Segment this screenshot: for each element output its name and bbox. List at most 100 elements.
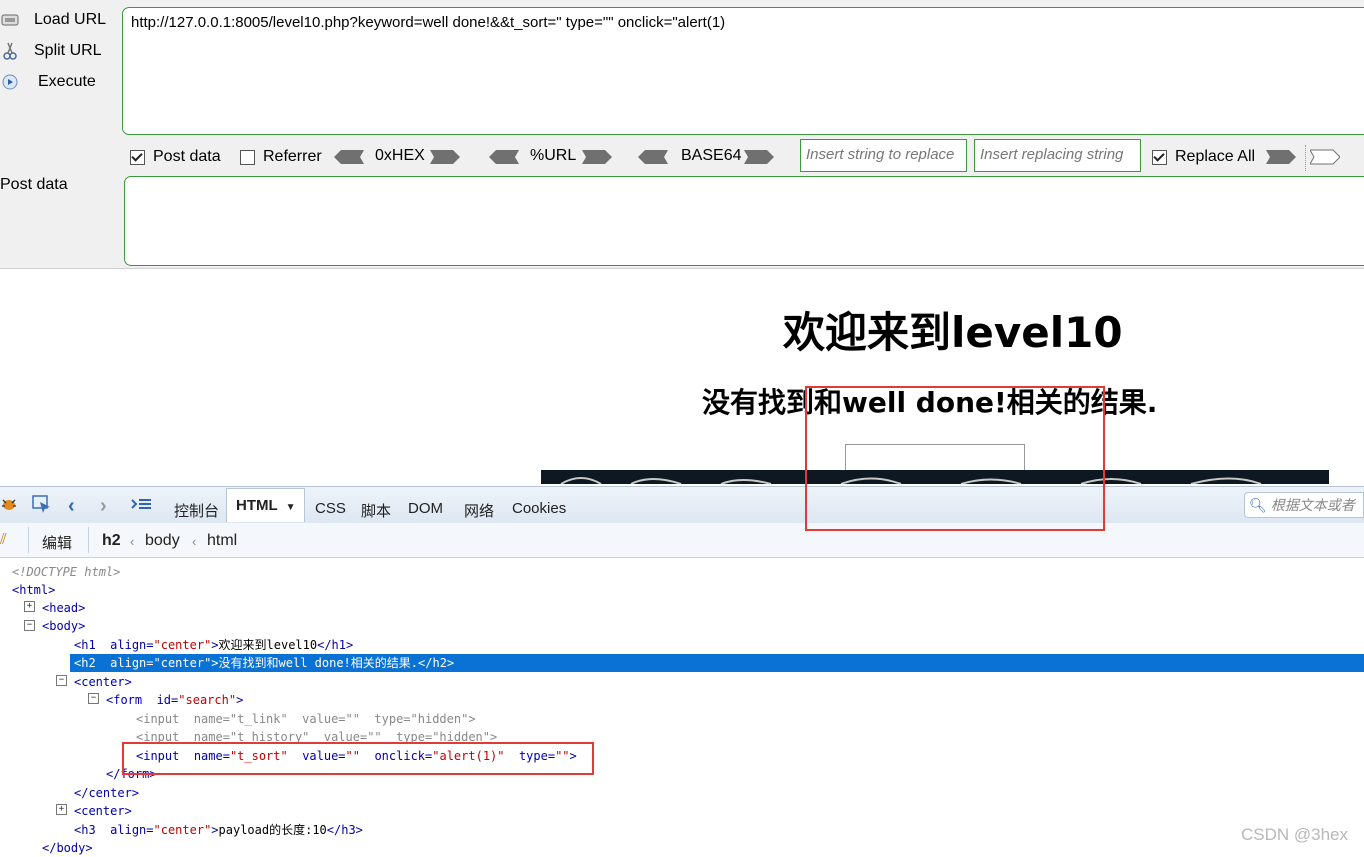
collapse-icon[interactable]: − bbox=[88, 693, 99, 704]
tree-h1-tag: <h1 bbox=[74, 638, 96, 652]
load-url-label: Load URL bbox=[34, 11, 107, 28]
url-decode-button[interactable] bbox=[489, 149, 519, 165]
replace-button[interactable] bbox=[1266, 149, 1296, 165]
url-textarea[interactable]: http://127.0.0.1:8005/level10.php?keywor… bbox=[122, 7, 1364, 135]
tree-h2-line-selected[interactable]: <h2 align="center">没有找到和well done!相关的结果.… bbox=[70, 654, 1364, 672]
options-row: Post data Referrer 0xHEX %URL BASE64 Ins… bbox=[0, 139, 1364, 173]
tab-console[interactable]: 控制台 bbox=[174, 500, 219, 521]
tree-h2-attr: align= bbox=[110, 656, 154, 670]
banner-image bbox=[541, 470, 1329, 484]
tree-input3-type-val: "" bbox=[555, 749, 570, 763]
page-subheading: 没有找到和well done!相关的结果. bbox=[702, 386, 1158, 419]
search-input[interactable] bbox=[845, 444, 1025, 471]
post-data-checkbox[interactable]: Post data bbox=[130, 148, 221, 166]
search-placeholder: 根据文本或者 bbox=[1270, 497, 1355, 513]
replacing-string-input[interactable]: Insert replacing string bbox=[974, 139, 1141, 172]
post-data-label: Post data bbox=[0, 176, 68, 193]
tree-form-line[interactable]: <form id="search"> bbox=[106, 691, 243, 709]
more-arrow-button[interactable] bbox=[1310, 149, 1340, 165]
tab-dom[interactable]: DOM bbox=[408, 500, 443, 517]
command-line-icon[interactable] bbox=[130, 497, 152, 518]
expand-icon[interactable]: + bbox=[24, 601, 35, 612]
watermark: CSDN @3hex bbox=[1240, 825, 1348, 844]
firebug-icon[interactable] bbox=[0, 496, 18, 517]
tree-html-open[interactable]: <html> bbox=[12, 581, 55, 599]
tab-html-label: HTML bbox=[236, 497, 278, 514]
tree-input3-type-attr: type= bbox=[518, 749, 556, 763]
split-url-button[interactable]: Split URL bbox=[0, 38, 102, 64]
dropdown-arrow-icon: ▼ bbox=[285, 502, 296, 513]
base64-decode-button[interactable] bbox=[638, 149, 668, 165]
tree-h1-line[interactable]: <h1 align="center">欢迎来到level10</h1> bbox=[74, 636, 353, 654]
hex-encode-button[interactable] bbox=[430, 149, 460, 165]
tree-center-close[interactable]: </center> bbox=[74, 784, 139, 802]
back-icon[interactable]: ‹ bbox=[68, 495, 75, 518]
search-icon: 🔍︎ bbox=[1249, 496, 1267, 513]
tree-form-tag: <form bbox=[106, 693, 143, 707]
breadcrumb-html[interactable]: html bbox=[207, 532, 237, 550]
tree-form-close[interactable]: </form> bbox=[106, 765, 157, 783]
insert-string-input[interactable]: Insert string to replace bbox=[800, 139, 967, 172]
tab-cookies[interactable]: Cookies bbox=[512, 500, 566, 517]
hackbar-panel: Load URL Split URL Execute http://127.0.… bbox=[0, 0, 1364, 268]
tree-body-close[interactable]: </body> bbox=[42, 839, 93, 857]
dom-tree: <!DOCTYPE html> <html> + <head> − <body>… bbox=[0, 558, 1364, 855]
base64-encode-button[interactable] bbox=[744, 149, 774, 165]
hex-label: 0xHEX bbox=[375, 147, 425, 164]
tree-input3-name-attr: name= bbox=[193, 749, 230, 763]
tree-input3-value-val: "" bbox=[345, 749, 360, 763]
load-url-icon bbox=[0, 10, 20, 30]
tree-form-val: "search" bbox=[178, 693, 237, 707]
tree-input-t-sort[interactable]: <input name="t_sort" value="" onclick="a… bbox=[136, 747, 577, 765]
tree-center-open[interactable]: <center> bbox=[74, 673, 132, 691]
tree-input3-value-attr: value= bbox=[302, 749, 346, 763]
tree-input-t-history[interactable]: <input name="t_history" value="" type="h… bbox=[136, 728, 497, 746]
tree-h3-tag: <h3 bbox=[74, 823, 96, 837]
tree-doctype: <!DOCTYPE html> bbox=[12, 565, 121, 579]
tree-input-t-link[interactable]: <input name="t_link" value="" type="hidd… bbox=[136, 710, 476, 728]
checkbox-checked-icon bbox=[1152, 149, 1167, 165]
tab-css[interactable]: CSS bbox=[315, 500, 346, 517]
tree-h1-text: 欢迎来到level10 bbox=[218, 638, 318, 652]
hex-decode-button[interactable] bbox=[334, 149, 364, 165]
scissors-icon bbox=[0, 41, 20, 61]
load-url-button[interactable]: Load URL bbox=[0, 7, 106, 33]
tree-input3-onclick-attr: onclick= bbox=[374, 749, 433, 763]
referrer-checkbox[interactable]: Referrer bbox=[240, 148, 322, 166]
breadcrumb-bar: ⫽ 编辑 h2 ‹ body ‹ html bbox=[0, 523, 1364, 558]
divider bbox=[88, 527, 89, 553]
url-encode-button[interactable] bbox=[582, 149, 612, 165]
collapse-icon[interactable]: − bbox=[24, 620, 35, 631]
break-icon[interactable]: ⫽ bbox=[0, 531, 7, 548]
rendered-page: 欢迎来到level10 没有找到和well done!相关的结果. bbox=[0, 268, 1364, 484]
tree-input3-tag: <input bbox=[136, 749, 180, 763]
inspect-icon[interactable] bbox=[32, 495, 52, 520]
checkbox-checked-icon bbox=[130, 149, 145, 165]
post-data-checkbox-label: Post data bbox=[153, 148, 221, 165]
execute-label: Execute bbox=[38, 73, 96, 90]
tree-h2-text: 没有找到和well done!相关的结果. bbox=[218, 656, 419, 670]
post-data-textarea[interactable] bbox=[124, 176, 1364, 266]
tab-network[interactable]: 网络 bbox=[464, 500, 494, 521]
tree-h3-attr: align= bbox=[110, 823, 154, 837]
forward-icon[interactable]: › bbox=[100, 495, 107, 518]
tree-input3-name-val: "t_sort" bbox=[229, 749, 288, 763]
breadcrumb-body[interactable]: body bbox=[145, 532, 180, 550]
tab-html[interactable]: HTML ▼ bbox=[226, 488, 306, 522]
collapse-icon[interactable]: − bbox=[56, 675, 67, 686]
expand-icon[interactable]: + bbox=[56, 804, 67, 815]
edit-button[interactable]: 编辑 bbox=[42, 532, 72, 553]
tree-body-open[interactable]: <body> bbox=[42, 617, 85, 635]
tree-head[interactable]: <head> bbox=[42, 599, 85, 617]
tree-center-2[interactable]: <center> bbox=[74, 802, 132, 820]
tree-h3-close: </h3> bbox=[326, 823, 363, 837]
tab-script[interactable]: 脚本 bbox=[361, 500, 391, 521]
replace-all-checkbox[interactable]: Replace All bbox=[1152, 148, 1255, 166]
tree-form-attr: id= bbox=[156, 693, 179, 707]
replace-all-label: Replace All bbox=[1175, 148, 1256, 165]
url-label: %URL bbox=[530, 147, 577, 164]
tree-h3-line[interactable]: <h3 align="center">payload的长度:10</h3> bbox=[74, 821, 363, 839]
breadcrumb-h2[interactable]: h2 bbox=[102, 532, 121, 550]
execute-button[interactable]: Execute bbox=[0, 69, 96, 95]
devtools-search-input[interactable]: 🔍︎ 根据文本或者 bbox=[1244, 492, 1364, 518]
